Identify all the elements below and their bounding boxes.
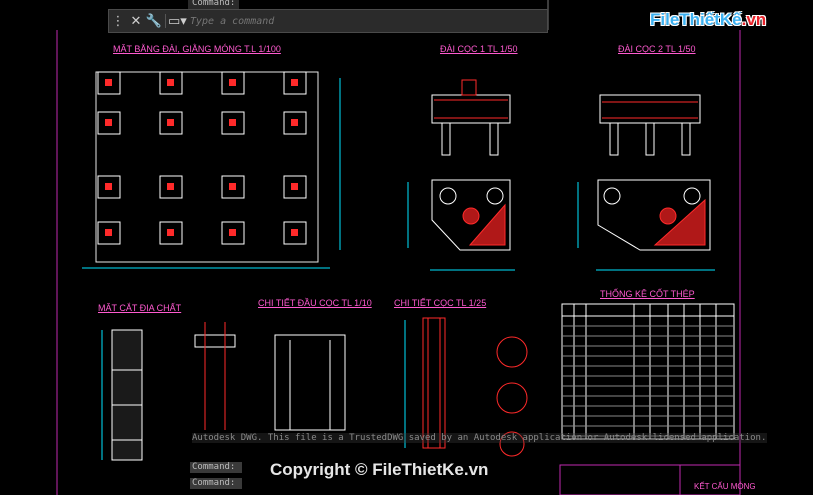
command-line-2: Command: xyxy=(190,478,242,489)
rebar-schedule-title: THỐNG KÊ CỐT THÉP xyxy=(600,289,695,299)
column-mark xyxy=(229,79,236,86)
geology-section xyxy=(101,329,143,461)
trusted-dwg-notice: Autodesk DWG. This file is a TrustedDWG … xyxy=(192,433,767,443)
command-prompt-icon[interactable]: ▭▾ xyxy=(168,14,187,29)
command-bar: ⋮ ✕ 🔧 ▭▾ xyxy=(108,9,548,33)
column-mark xyxy=(291,119,298,126)
column-mark xyxy=(291,229,298,236)
logo-text: FileThiếtKế.vn xyxy=(650,10,767,29)
column-mark xyxy=(167,183,174,190)
column-mark xyxy=(105,229,112,236)
column-mark xyxy=(105,79,112,86)
title-block-label: KẾT CẤU MÓNG xyxy=(694,482,756,491)
column-mark xyxy=(291,79,298,86)
drag-handle-icon[interactable]: ⋮ xyxy=(109,14,127,29)
column-mark xyxy=(167,79,174,86)
command-history-line: Command: xyxy=(188,0,240,9)
wrench-icon[interactable]: 🔧 xyxy=(145,14,163,29)
column-mark xyxy=(291,183,298,190)
column-mark xyxy=(105,183,112,190)
foundation-plan-title: MẶT BẰNG ĐÀI, GIẰNG MÓNG T.L 1/100 xyxy=(113,44,281,54)
column-mark xyxy=(229,119,236,126)
rebar-schedule-table xyxy=(561,303,735,440)
pile-cap-2-title: ĐÀI CỌC 2 TL 1/50 xyxy=(618,44,696,54)
pile-cap-2-detail xyxy=(577,94,715,271)
pile-head-title: CHI TIẾT ĐẦU CỌC TL 1/10 xyxy=(258,298,372,308)
geology-title: MẶT CẮT ĐỊA CHẤT xyxy=(98,303,182,313)
foundation-plan xyxy=(82,71,341,269)
cad-drawing xyxy=(56,0,741,495)
toolbar-divider xyxy=(165,14,166,28)
column-mark xyxy=(167,119,174,126)
pile-cap-1-title: ĐÀI CỌC 1 TL 1/50 xyxy=(440,44,518,54)
pile-cap-1-detail xyxy=(407,79,515,271)
pile-head-detail xyxy=(194,322,346,431)
pile-detail-title: CHI TIẾT CỌC TL 1/25 xyxy=(394,298,487,308)
column-mark xyxy=(105,119,112,126)
column-mark xyxy=(167,229,174,236)
column-mark xyxy=(229,229,236,236)
site-logo: FileThiếtKế.vn xyxy=(650,10,766,30)
close-icon[interactable]: ✕ xyxy=(127,14,145,29)
command-line-1: Command: xyxy=(190,462,242,473)
command-input[interactable] xyxy=(186,12,547,30)
column-mark xyxy=(229,183,236,190)
drawing-canvas[interactable]: Command: ⋮ ✕ 🔧 ▭▾ FileThiếtKế.vn MẶT BẰN… xyxy=(0,0,813,495)
copyright-watermark: Copyright © FileThietKe.vn xyxy=(270,460,489,479)
